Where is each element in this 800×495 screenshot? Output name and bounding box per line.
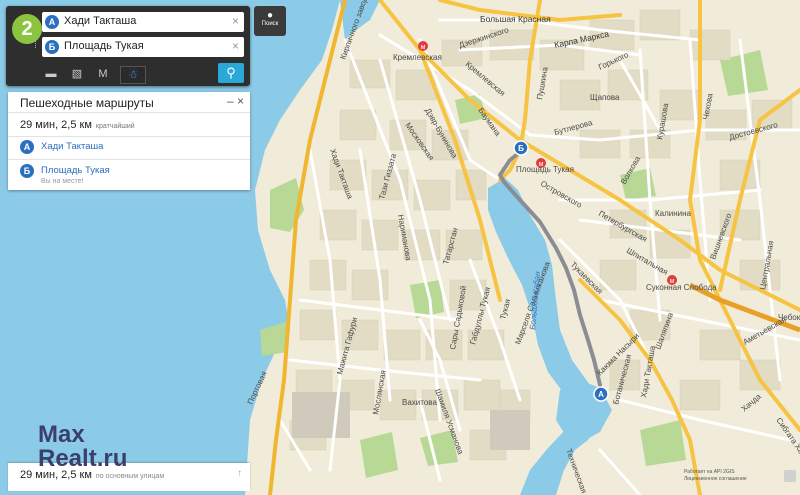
car-icon[interactable]: ▬ — [40, 66, 62, 82]
route-marker-b[interactable]: Б — [513, 140, 529, 156]
pin-icon: ● — [266, 10, 274, 21]
expand-up-icon[interactable]: ↑ — [237, 468, 242, 479]
divider — [8, 159, 250, 160]
label-kalinina: Калинина — [655, 209, 692, 218]
swap-route-icon[interactable] — [35, 36, 42, 48]
clear-from-icon[interactable]: × — [232, 14, 239, 28]
marker-b-icon: Б — [20, 164, 34, 178]
route-point-b[interactable]: Площадь Тукая — [41, 165, 110, 176]
from-field[interactable]: А Хади Такташа × — [42, 12, 244, 32]
route-search-panel: 2 А Хади Такташа × Б Площадь Тукая × ▬ ▧… — [6, 6, 250, 86]
route-summary-value: 29 мин, 2,5 км — [20, 119, 92, 131]
bus-icon[interactable]: ▧ — [66, 66, 88, 82]
svg-text:м: м — [421, 44, 426, 51]
label-vahitova: Вахитова — [402, 398, 437, 407]
metro-icon[interactable]: M — [92, 66, 114, 82]
route-point-a[interactable]: Хади Такташа — [41, 141, 103, 152]
route-marker-a[interactable]: А — [593, 386, 609, 402]
from-value[interactable]: Хади Такташа — [64, 15, 136, 27]
clear-to-icon[interactable]: × — [232, 39, 239, 53]
route-point-b-note: Вы на месте! — [41, 178, 84, 185]
to-value[interactable]: Площадь Тукая — [64, 40, 144, 52]
park-3 — [360, 432, 398, 478]
marker-b-icon: Б — [45, 40, 59, 54]
svg-text:Б: Б — [518, 144, 524, 153]
divider — [8, 112, 250, 113]
watermark-line2: Realt.ru — [38, 445, 128, 472]
metro-kremlevskaya: м — [418, 41, 428, 51]
to-field[interactable]: Б Площадь Тукая × — [42, 37, 244, 57]
label-tukaya-metro: Площадь Тукая — [516, 165, 574, 174]
watermark-line1: Max — [38, 421, 85, 448]
search-button[interactable]: ● Поиск — [254, 6, 286, 36]
copyright-line1: Работает на API 2GIS — [684, 469, 735, 475]
route-summary-note: кратчайший — [95, 123, 135, 130]
label-sukonnaya: Суконная Слобода — [646, 283, 717, 292]
panel-controls[interactable]: – × — [227, 94, 244, 108]
bottom-summary-note: по основным улицам — [95, 473, 165, 480]
search-button-label: Поиск — [261, 21, 279, 27]
divider — [8, 136, 250, 137]
route-result-panel: Пешеходные маршруты – × 29 мин, 2,5 км кр… — [8, 92, 250, 190]
route-summary[interactable]: 29 мин, 2,5 км кратчайший — [20, 119, 135, 131]
label-shchapova: Щапова — [590, 93, 620, 102]
watermark: Max Realt.ru — [38, 423, 127, 471]
industrial-zone-2 — [490, 410, 530, 450]
marker-a-icon: А — [20, 140, 34, 154]
map-corner-control[interactable] — [784, 470, 796, 482]
find-route-button[interactable]: ⚲ — [218, 63, 244, 83]
marker-a-icon: А — [45, 15, 59, 29]
label-kremlevskaya-metro: Кремлевская — [393, 53, 442, 62]
label-bolshaya-krasnaya: Большая Красная — [480, 14, 551, 24]
walk-icon[interactable]: ☃ — [120, 66, 146, 84]
license-link[interactable]: Лицензионное соглашение — [684, 476, 747, 483]
copyright[interactable]: Работает на API 2GIS Лицензионное соглаш… — [684, 469, 747, 483]
industrial-zone — [292, 392, 350, 438]
svg-text:А: А — [598, 390, 604, 399]
route-panel-title: Пешеходные маршруты — [20, 96, 154, 110]
